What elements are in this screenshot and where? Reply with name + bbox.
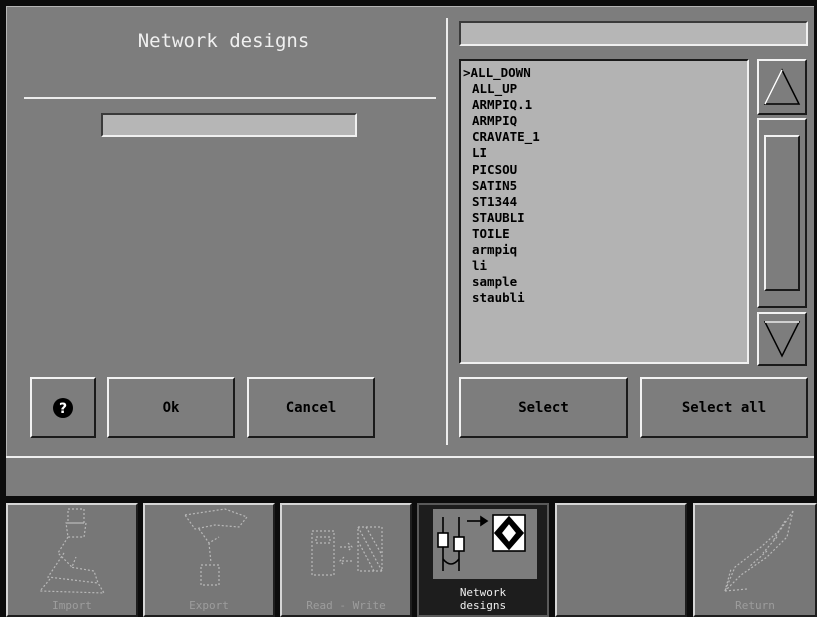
design-list-item[interactable]: ALL_UP (463, 81, 747, 97)
scroll-track[interactable] (757, 118, 807, 308)
read-write-label: Read - Write (306, 599, 386, 612)
export-label: Export (189, 599, 229, 612)
design-list-item[interactable]: CRAVATE_1 (463, 129, 747, 145)
help-button[interactable]: ? (30, 377, 96, 438)
import-button[interactable]: Import (6, 503, 138, 617)
design-list-item[interactable]: armpiq (463, 242, 747, 258)
design-list-items: >ALL_DOWN ALL_UP ARMPIQ.1 ARMPIQ CRAVATE_1 LI… (463, 65, 747, 306)
design-list-item[interactable]: TOILE (463, 226, 747, 242)
export-hand-icon (183, 508, 248, 586)
scroll-down-button[interactable] (757, 312, 807, 366)
import-hand-icon (38, 508, 106, 594)
vertical-divider (446, 18, 448, 445)
ok-button[interactable]: Ok (107, 377, 235, 438)
svg-text:?: ? (59, 401, 67, 417)
scroll-up-button[interactable] (757, 59, 807, 115)
question-circle-icon: ? (53, 397, 73, 418)
design-list-item[interactable]: >ALL_DOWN (463, 65, 747, 81)
design-name-input[interactable] (101, 113, 357, 137)
read-write-icon (311, 526, 383, 576)
triangle-up-icon (763, 68, 801, 105)
triangle-down-icon (763, 321, 801, 358)
design-list-item[interactable]: sample (463, 274, 747, 290)
network-designs-icon (433, 509, 537, 579)
design-list-item[interactable]: LI (463, 145, 747, 161)
design-list-item[interactable]: ARMPIQ (463, 113, 747, 129)
export-button[interactable]: Export (143, 503, 275, 617)
design-list-item[interactable]: SATIN5 (463, 178, 747, 194)
design-list-item[interactable]: li (463, 258, 747, 274)
cancel-button[interactable]: Cancel (247, 377, 375, 438)
network-designs-label: Network designs (459, 586, 507, 612)
design-list-item[interactable]: staubli (463, 290, 747, 306)
return-label: Return (735, 599, 775, 612)
design-list-item[interactable]: PICSOU (463, 162, 747, 178)
scroll-thumb[interactable] (764, 135, 800, 291)
empty-tool-slot (555, 503, 687, 617)
filter-input[interactable] (459, 21, 808, 46)
design-list[interactable]: >ALL_DOWN ALL_UP ARMPIQ.1 ARMPIQ CRAVATE_1 LI… (459, 59, 749, 364)
return-button[interactable]: Return (693, 503, 817, 617)
dialog-title: Network designs (137, 30, 310, 52)
select-all-button[interactable]: Select all (640, 377, 808, 438)
return-arrow-icon (724, 510, 794, 592)
read-write-button[interactable]: Read - Write (280, 503, 412, 617)
network-designs-button[interactable]: Network designs (417, 503, 549, 617)
status-bar (6, 456, 814, 496)
design-list-item[interactable]: ARMPIQ.1 (463, 97, 747, 113)
import-label: Import (52, 599, 92, 612)
design-list-item[interactable]: STAUBLI (463, 210, 747, 226)
design-list-item[interactable]: ST1344 (463, 194, 747, 210)
title-divider (24, 97, 436, 99)
select-button[interactable]: Select (459, 377, 628, 438)
